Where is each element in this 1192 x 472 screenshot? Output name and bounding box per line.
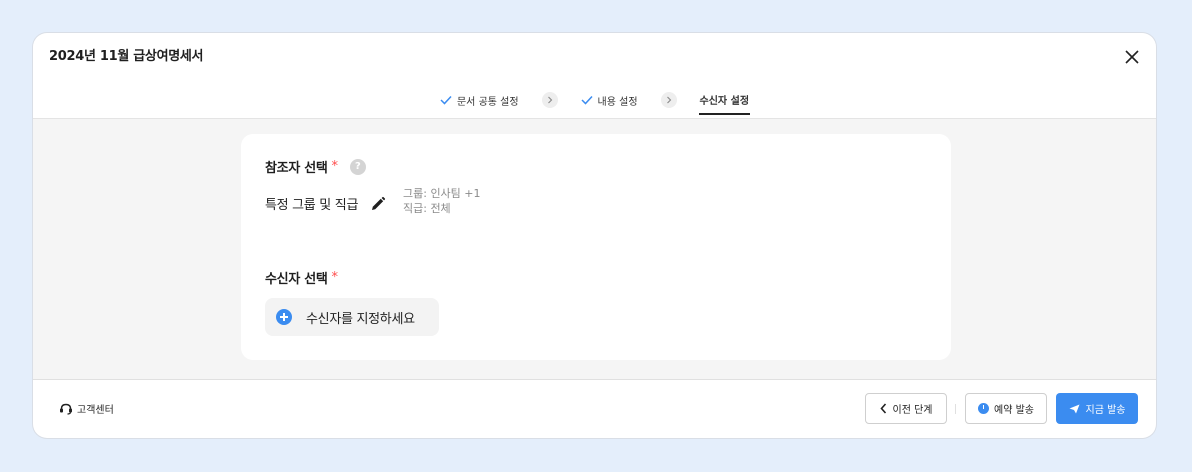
step-label: 문서 공통 설정	[456, 96, 519, 108]
help-icon[interactable]: ?	[349, 158, 366, 175]
reference-section-title: 참조자 선택 * ?	[265, 157, 366, 176]
chevron-right-icon	[541, 92, 558, 108]
pencil-icon[interactable]	[370, 196, 386, 212]
required-mark: *	[331, 159, 339, 174]
clock-icon	[978, 403, 989, 414]
recipient-title: 수신자 선택	[265, 272, 328, 287]
dialog: 2024년 11월 급상여명세서 문서 공통 설정 내용 설정 수신자 설정 참…	[33, 33, 1156, 438]
step-recipient-settings[interactable]: 수신자 설정	[698, 85, 751, 115]
chevron-left-icon	[879, 403, 886, 414]
send-now-label: 지금 발송	[1085, 405, 1126, 416]
content-area: 참조자 선택 * ? 특정 그룹 및 직급 그룹: 인사팀 +1 직급: 전체 …	[33, 118, 1156, 379]
reference-selection: 특정 그룹 및 직급	[265, 194, 386, 213]
reference-title: 참조자 선택	[265, 161, 328, 176]
reference-selection-label: 특정 그룹 및 직급	[265, 198, 359, 213]
previous-step-label: 이전 단계	[892, 405, 933, 416]
step-common-settings[interactable]: 문서 공통 설정	[439, 85, 520, 115]
dialog-title: 2024년 11월 급상여명세서	[49, 49, 204, 64]
required-mark: *	[331, 270, 339, 285]
step-label: 수신자 설정	[699, 95, 750, 107]
dialog-footer: 고객센터 이전 단계 예약 발송 지금 발송	[33, 379, 1156, 438]
step-label: 내용 설정	[597, 96, 638, 108]
close-icon[interactable]	[1122, 47, 1142, 67]
step-content-settings[interactable]: 내용 설정	[580, 85, 639, 115]
support-link[interactable]: 고객센터	[59, 401, 114, 416]
step-indicator: 문서 공통 설정 내용 설정 수신자 설정	[33, 85, 1156, 118]
add-recipient-button[interactable]: 수신자를 지정하세요	[265, 298, 439, 336]
settings-card: 참조자 선택 * ? 특정 그룹 및 직급 그룹: 인사팀 +1 직급: 전체 …	[241, 134, 951, 360]
check-icon	[440, 95, 452, 105]
check-icon	[581, 95, 593, 105]
schedule-send-button[interactable]: 예약 발송	[965, 393, 1047, 424]
reference-group-text: 그룹: 인사팀 +1	[403, 187, 481, 200]
divider	[955, 404, 956, 414]
recipient-section-title: 수신자 선택 *	[265, 268, 338, 287]
previous-step-button[interactable]: 이전 단계	[865, 393, 947, 424]
send-icon	[1069, 404, 1079, 413]
chevron-right-icon	[660, 92, 677, 108]
headset-icon	[60, 403, 72, 415]
support-label: 고객센터	[77, 405, 114, 416]
reference-detail: 그룹: 인사팀 +1 직급: 전체	[403, 186, 481, 216]
reference-position-text: 직급: 전체	[403, 202, 451, 215]
plus-circle-icon	[276, 309, 292, 325]
send-now-button[interactable]: 지금 발송	[1056, 393, 1138, 424]
schedule-send-label: 예약 발송	[994, 405, 1034, 416]
add-recipient-label: 수신자를 지정하세요	[306, 311, 415, 327]
